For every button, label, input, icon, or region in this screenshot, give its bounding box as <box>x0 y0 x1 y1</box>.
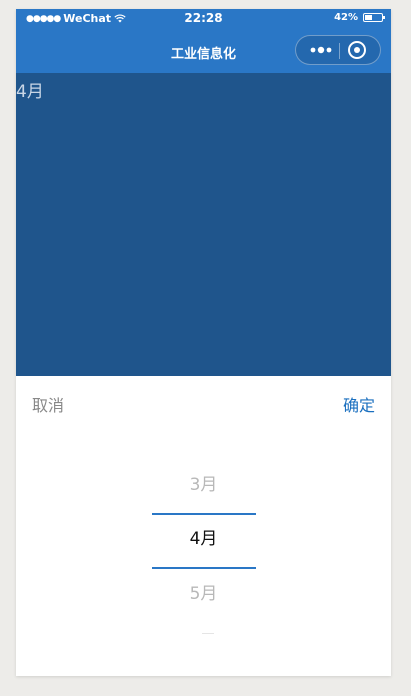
status-bar: ●●●●● WeChat 22:28 42% <box>16 9 391 29</box>
picker-wheel[interactable]: 3月 4月 5月 <box>16 460 391 660</box>
picker-option[interactable]: 5月 <box>16 579 391 604</box>
confirm-button[interactable]: 确定 <box>343 392 375 416</box>
close-target-graphic <box>348 41 366 59</box>
selected-month-display: 4月 <box>16 82 44 102</box>
cancel-button[interactable]: 取消 <box>32 392 64 416</box>
month-picker: 取消 确定 3月 4月 5月 <box>16 376 391 676</box>
more-dots-icon[interactable] <box>304 36 338 64</box>
battery-fill <box>365 15 372 20</box>
picker-indicator-bottom <box>152 567 256 569</box>
picker-option[interactable]: 3月 <box>16 470 391 495</box>
battery-icon <box>363 13 385 22</box>
content-area: 4月 <box>16 73 391 376</box>
target-close-icon[interactable] <box>344 36 370 64</box>
capsule-divider <box>339 43 340 59</box>
nav-bar: 工业信息化 <box>16 29 391 73</box>
picker-fade-edge <box>202 633 214 634</box>
phone-screen: ●●●●● WeChat 22:28 42% 工业信息化 4月 取消 确定 3月… <box>16 9 391 676</box>
picker-option-selected[interactable]: 4月 <box>16 524 391 549</box>
more-dots-graphic <box>310 46 332 54</box>
battery-percent: 42% <box>334 12 358 23</box>
status-right: 42% <box>334 12 385 23</box>
picker-indicator-top <box>152 513 256 515</box>
mini-program-capsule <box>295 35 381 65</box>
